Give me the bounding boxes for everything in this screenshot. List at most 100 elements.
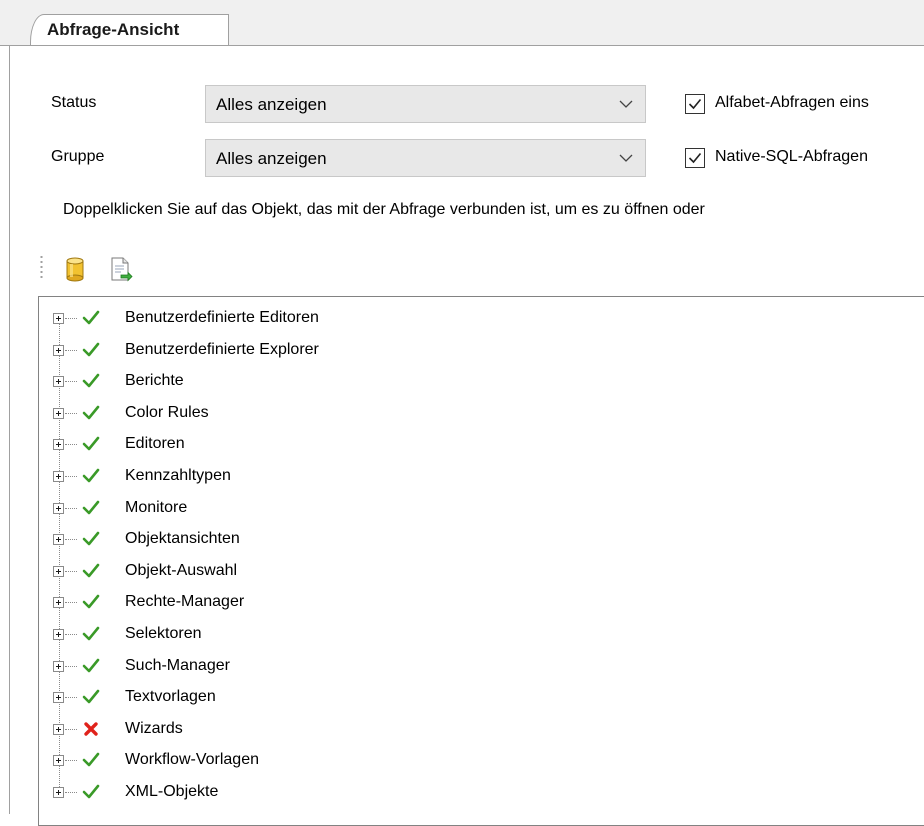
- tab-abfrage-ansicht[interactable]: Abfrage-Ansicht: [30, 14, 229, 46]
- checkmark-icon: [82, 342, 100, 356]
- checkmark-icon: [82, 437, 100, 451]
- checkmark-icon: [82, 595, 100, 609]
- chevron-down-icon: [619, 100, 633, 108]
- tree-item-label: Monitore: [125, 498, 188, 516]
- status-dropdown-value: Alles anzeigen: [216, 95, 327, 114]
- expand-plus-icon[interactable]: [53, 534, 64, 546]
- tree-item-label: Objektansichten: [125, 530, 240, 548]
- tree-item[interactable]: Color Rules: [39, 399, 919, 431]
- tree-item[interactable]: Textvorlagen: [39, 683, 919, 715]
- tree-connector: [65, 634, 77, 635]
- checkmark-icon: [82, 753, 100, 767]
- tree-item[interactable]: Objektansichten: [39, 525, 919, 557]
- instruction-text: Doppelklicken Sie auf das Objekt, das mi…: [63, 201, 705, 218]
- expand-plus-icon[interactable]: [53, 407, 64, 419]
- expand-plus-icon[interactable]: [53, 344, 64, 356]
- expand-plus-icon[interactable]: [53, 692, 64, 704]
- checkmark-icon: [82, 373, 100, 388]
- tree-item[interactable]: Wizards: [39, 715, 919, 747]
- tree-item[interactable]: Selektoren: [39, 620, 919, 652]
- expand-plus-icon[interactable]: [53, 597, 64, 609]
- expand-plus-icon[interactable]: [53, 471, 64, 482]
- tree-item[interactable]: Such-Manager: [39, 652, 919, 684]
- tree-item-label: Selektoren: [125, 625, 202, 642]
- tree-item[interactable]: Editoren: [39, 430, 919, 462]
- export-document-icon[interactable]: [109, 256, 133, 282]
- tree-item-label: Such-Manager: [125, 656, 230, 674]
- checkmark-icon: [82, 500, 100, 514]
- checkmark-icon: [82, 405, 100, 420]
- tree-item-label: XML-Objekte: [125, 783, 219, 800]
- tree-item-label: Rechte-Manager: [125, 593, 245, 611]
- checkmark-icon: [688, 98, 702, 110]
- tree-item[interactable]: Rechte-Manager: [39, 588, 919, 620]
- tree-item-label: Objekt-Auswahl: [125, 561, 238, 579]
- tree-connector: [65, 444, 77, 446]
- tree-connector: [65, 349, 77, 351]
- tree-item[interactable]: Workflow-Vorlagen: [39, 746, 919, 778]
- checkmark-icon: [82, 689, 100, 704]
- expand-plus-icon[interactable]: [53, 502, 64, 514]
- checkmark-icon: [82, 658, 100, 672]
- tree-item[interactable]: Berichte: [39, 367, 919, 399]
- tree-connector: [65, 665, 77, 667]
- tree-connector: [65, 728, 77, 730]
- checkmark-icon: [82, 563, 100, 578]
- tree-item[interactable]: XML-Objekte: [39, 778, 919, 810]
- expand-plus-icon[interactable]: [53, 787, 64, 798]
- expand-plus-icon[interactable]: [53, 755, 64, 767]
- chevron-down-icon: [619, 154, 633, 162]
- tree-item-label: Benutzerdefinierte Explorer: [125, 340, 319, 358]
- tree-item-label: Benutzerdefinierte Editoren: [125, 309, 319, 326]
- checkmark-icon: [82, 626, 100, 641]
- group-dropdown[interactable]: Alles anzeigen: [205, 139, 646, 177]
- tree-connector: [65, 539, 77, 541]
- tree-item-label: Workflow-Vorlagen: [125, 751, 259, 769]
- tree-connector: [65, 697, 77, 699]
- checkmark-icon: [688, 152, 702, 164]
- expand-plus-icon[interactable]: [53, 723, 64, 735]
- tree-item[interactable]: Kennzahltypen: [39, 462, 919, 494]
- group-dropdown-value: Alles anzeigen: [216, 149, 327, 168]
- alfabet-queries-checkbox[interactable]: [685, 94, 705, 114]
- tree-item[interactable]: Benutzerdefinierte Explorer: [39, 336, 919, 368]
- expand-plus-icon[interactable]: [53, 376, 64, 388]
- tab-label: Abfrage-Ansicht: [47, 20, 180, 39]
- checkmark-icon: [82, 784, 100, 799]
- native-sql-checkbox[interactable]: [685, 148, 705, 168]
- status-dropdown[interactable]: Alles anzeigen: [205, 85, 646, 123]
- tree-item[interactable]: Objekt-Auswahl: [39, 557, 919, 589]
- group-label: Gruppe: [51, 148, 105, 165]
- toolbar-grip: [40, 256, 43, 278]
- expand-plus-icon[interactable]: [53, 313, 64, 324]
- database-icon[interactable]: [63, 256, 87, 282]
- expand-plus-icon[interactable]: [53, 660, 64, 672]
- tree-item-label: Wizards: [125, 719, 183, 737]
- expand-plus-icon[interactable]: [53, 439, 64, 451]
- tree-connector: [65, 570, 77, 572]
- status-label: Status: [51, 94, 97, 111]
- error-cross-icon: [84, 722, 98, 736]
- native-sql-label: Native-SQL-Abfragen: [715, 148, 868, 165]
- tree-item-label: Editoren: [125, 435, 185, 453]
- tree-item-label: Kennzahltypen: [125, 467, 231, 484]
- tree-connector: [65, 381, 77, 383]
- tree-item[interactable]: Monitore: [39, 494, 919, 526]
- checkmark-icon: [82, 310, 100, 325]
- checkmark-icon: [82, 531, 100, 546]
- tree-connector: [65, 792, 77, 793]
- query-tree[interactable]: Benutzerdefinierte Editoren Benutzerdefin…: [38, 296, 924, 826]
- tree-connector: [65, 318, 77, 319]
- tree-connector: [65, 602, 77, 604]
- tree-item-label: Color Rules: [125, 403, 209, 421]
- tree-connector: [65, 412, 77, 414]
- checkmark-icon: [82, 468, 100, 483]
- alfabet-queries-label: Alfabet-Abfragen eins: [715, 94, 869, 111]
- tree-item-label: Textvorlagen: [125, 688, 216, 706]
- tree-connector: [65, 507, 77, 509]
- expand-plus-icon[interactable]: [53, 629, 64, 640]
- tree-item[interactable]: Benutzerdefinierte Editoren: [39, 304, 919, 336]
- expand-plus-icon[interactable]: [53, 565, 64, 577]
- tab-divider: [0, 45, 924, 46]
- tree-connector: [65, 760, 77, 762]
